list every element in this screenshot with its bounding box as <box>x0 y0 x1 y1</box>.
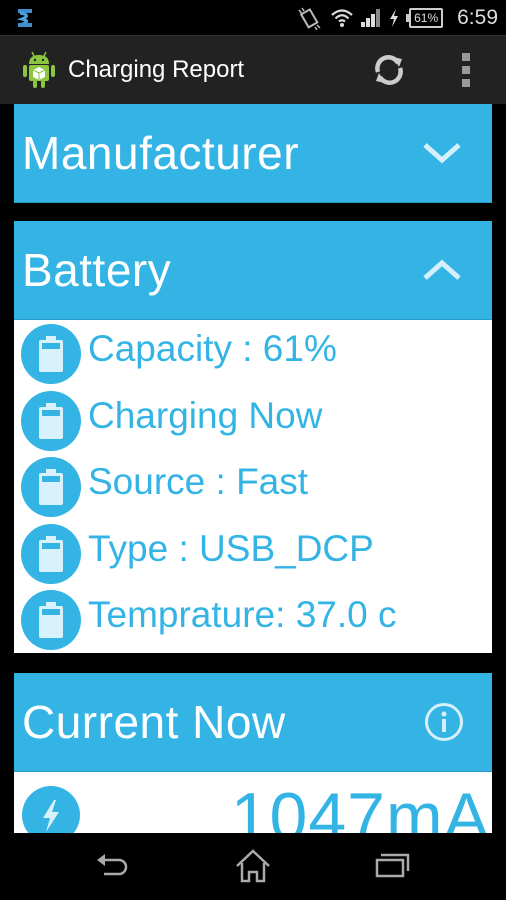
battery-icon <box>21 523 81 584</box>
battery-item-text: Type : USB_DCP <box>88 527 374 569</box>
battery-level: 61% <box>406 7 444 28</box>
content-scroll[interactable]: Manufacturer Battery Capacity : 61% Char… <box>14 104 492 833</box>
current-now-header[interactable]: Current Now <box>14 672 492 772</box>
signal-icon <box>361 8 381 27</box>
overflow-menu-icon[interactable] <box>458 53 474 87</box>
battery-title: Battery <box>22 244 172 296</box>
battery-icon <box>21 324 81 384</box>
android-icon[interactable] <box>22 50 56 90</box>
navigation-bar <box>0 833 506 900</box>
back-icon[interactable] <box>93 847 137 885</box>
lightning-bolt-icon <box>22 785 80 833</box>
recent-apps-icon[interactable] <box>371 847 415 885</box>
sync-app-icon <box>16 9 32 27</box>
battery-item-charging: Charging Now <box>14 387 492 454</box>
battery-icon <box>21 390 81 451</box>
battery-item-type: Type : USB_DCP <box>14 520 492 587</box>
battery-item-text: Source : Fast <box>88 461 309 503</box>
app-title: Charging Report <box>68 56 245 83</box>
clock: 6:59 <box>457 5 498 29</box>
manufacturer-title: Manufacturer <box>22 127 300 179</box>
manufacturer-header[interactable]: Manufacturer <box>14 104 492 203</box>
battery-item-capacity: Capacity : 61% <box>14 320 492 387</box>
status-icons: 61% 6:59 <box>297 0 498 35</box>
home-icon[interactable] <box>231 847 275 885</box>
battery-item-text: Charging Now <box>88 394 323 436</box>
battery-item-text: Capacity : 61% <box>88 328 337 369</box>
section-divider <box>14 203 492 221</box>
action-bar: Charging Report <box>0 35 506 104</box>
wifi-icon <box>331 8 353 27</box>
battery-list: Capacity : 61% Charging Now Source : Fas… <box>14 320 492 653</box>
current-value: 1047mA <box>230 778 490 833</box>
battery-item-temperature: Temprature: 37.0 c <box>14 586 492 653</box>
battery-icon <box>21 590 81 651</box>
vibrate-icon <box>298 7 321 30</box>
status-bar: 61% 6:59 <box>0 0 506 35</box>
battery-icon <box>21 457 81 518</box>
battery-item-text: Temprature: 37.0 c <box>88 594 397 636</box>
battery-header[interactable]: Battery <box>14 221 492 320</box>
chevron-down-icon[interactable] <box>422 140 462 166</box>
battery-item-source: Source : Fast <box>14 453 492 520</box>
refresh-icon[interactable] <box>371 52 407 88</box>
section-divider <box>14 652 492 673</box>
chevron-up-icon[interactable] <box>422 257 462 283</box>
charging-bolt-icon <box>390 8 399 27</box>
current-now-title: Current Now <box>22 695 286 748</box>
info-icon[interactable] <box>424 702 464 742</box>
current-now-body: 1047mA <box>14 771 492 833</box>
